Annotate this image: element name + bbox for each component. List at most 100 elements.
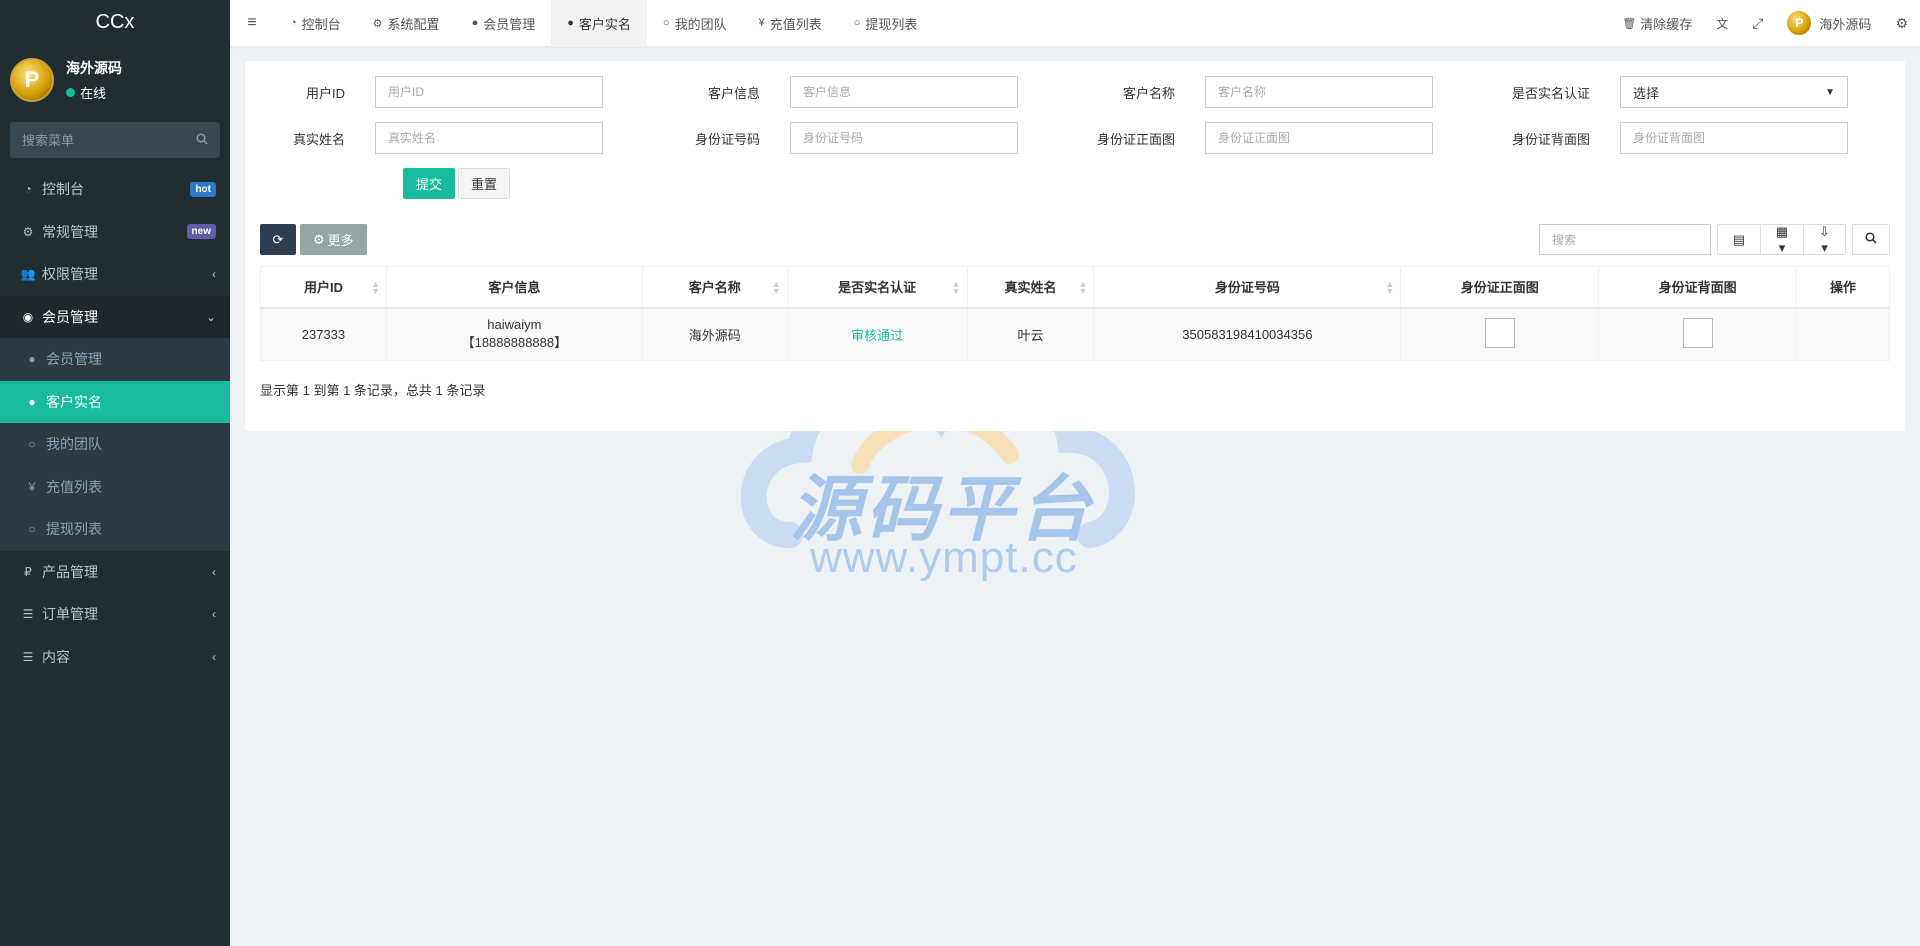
- sidebar-item-content[interactable]: ☰ 内容 ‹: [0, 636, 230, 679]
- column-header-customer-name[interactable]: 客户名称 ▲ ▼: [641, 266, 788, 309]
- tab-my-team[interactable]: ○ 我的团队: [647, 0, 743, 47]
- tab-label: 会员管理: [483, 16, 536, 32]
- tab-withdraw-list[interactable]: ○ 提现列表: [838, 0, 934, 47]
- sidebar-subitem-member-manage[interactable]: ● 会员管理: [0, 338, 230, 381]
- cell-user-id: 237333: [260, 307, 387, 361]
- cell-real-name: 叶云: [966, 307, 1095, 361]
- refresh-button[interactable]: ⟳: [260, 224, 296, 255]
- advanced-search-button[interactable]: [1852, 224, 1890, 255]
- language-icon[interactable]: 文: [1704, 15, 1740, 32]
- sidebar-item-general[interactable]: ⚙ 常规管理 new: [0, 211, 230, 254]
- column-header-id-front: 身份证正面图: [1400, 266, 1600, 309]
- gear-icon: ⚙: [372, 17, 383, 30]
- column-header-label: 客户名称: [688, 280, 741, 296]
- column-header-label: 是否实名认证: [838, 280, 917, 296]
- cell-customer-name: 海外源码: [641, 307, 788, 361]
- reset-button[interactable]: 重置: [458, 168, 511, 199]
- search-icon[interactable]: [196, 132, 208, 148]
- verified-status-link[interactable]: 审核通过: [851, 328, 903, 343]
- tab-system-config[interactable]: ⚙ 系统配置: [357, 0, 456, 47]
- table-row[interactable]: 237333 haiwaiym 【18888888888】 海外源码 审核通过 …: [260, 307, 1890, 361]
- export-button[interactable]: ⇩ ▾: [1803, 224, 1846, 255]
- column-header-label: 用户ID: [303, 280, 343, 296]
- columns-button[interactable]: ▦ ▾: [1760, 224, 1803, 255]
- export-icon: ⇩ ▾: [1819, 223, 1830, 255]
- fullscreen-icon[interactable]: ⤢: [1740, 15, 1775, 32]
- sidebar: CCx P 海外源码 在线 ◔ 控制台 hot ⚙ 常规管理 new 👥 权限管…: [0, 0, 230, 946]
- user-menu-name: 海外源码: [1819, 16, 1872, 32]
- tab-customer-realname[interactable]: ● 客户实名: [551, 0, 647, 47]
- tab-member-manage[interactable]: ● 会员管理: [456, 0, 552, 47]
- users-icon: 👥: [20, 267, 36, 282]
- table-header-row: 用户ID ▲ ▼ 客户信息 客户名称 ▲ ▼ 是否实名认证 ▲ ▼ 真实姓名 ▲ ▼ 身份证号码…: [260, 266, 1890, 309]
- sidebar-item-label: 订单管理: [42, 606, 98, 623]
- refresh-icon: ⟳: [272, 231, 284, 247]
- id-back-input[interactable]: [1620, 122, 1848, 154]
- user-name: 海外源码: [66, 60, 122, 76]
- tab-label: 我的团队: [674, 16, 727, 32]
- cell-customer-username: haiwaiym: [487, 317, 542, 333]
- broken-image-icon[interactable]: [1682, 317, 1713, 348]
- circle-icon: ○: [662, 17, 670, 29]
- user-icon: ●: [28, 352, 36, 367]
- menu-toggle-icon[interactable]: ≡: [230, 14, 274, 32]
- column-header-user-id[interactable]: 用户ID ▲ ▼: [260, 266, 387, 309]
- tab-label: 控制台: [301, 16, 341, 32]
- sidebar-subitem-recharge-list[interactable]: ¥ 充值列表: [0, 466, 230, 509]
- filter-label: 身份证背面图: [1511, 131, 1590, 147]
- column-header-id-number[interactable]: 身份证号码 ▲ ▼: [1093, 266, 1402, 309]
- id-front-input[interactable]: [1205, 122, 1433, 154]
- tab-recharge-list[interactable]: ¥ 充值列表: [743, 0, 838, 47]
- column-header-real-name[interactable]: 真实姓名 ▲ ▼: [966, 266, 1095, 309]
- sidebar-item-label: 控制台: [42, 181, 84, 198]
- sidebar-item-permissions[interactable]: 👥 权限管理 ‹: [0, 253, 230, 296]
- id-number-input[interactable]: [790, 122, 1018, 154]
- brand-logo[interactable]: CCx: [0, 0, 230, 44]
- sidebar-item-dashboard[interactable]: ◔ 控制台 hot: [0, 168, 230, 211]
- filter-label: 是否实名认证: [1511, 85, 1590, 101]
- filter-row-2: 真实姓名 身份证号码 身份证正面图 身份证背面图: [245, 122, 1905, 154]
- more-button[interactable]: ⚙ 更多: [300, 224, 367, 255]
- sort-icon: ▲ ▼: [1385, 279, 1395, 296]
- list-icon: ☰: [22, 607, 34, 622]
- user-id-input[interactable]: [375, 76, 603, 108]
- new-badge: new: [186, 224, 216, 240]
- column-header-label: 客户信息: [488, 280, 541, 296]
- customer-info-input[interactable]: [790, 76, 1018, 108]
- user-menu[interactable]: P 海外源码: [1775, 11, 1883, 35]
- submit-button[interactable]: 提交: [403, 168, 456, 199]
- sidebar-item-products[interactable]: ₽ 产品管理 ‹: [0, 551, 230, 594]
- sidebar-item-orders[interactable]: ☰ 订单管理 ‹: [0, 593, 230, 636]
- table-search-input[interactable]: [1539, 224, 1711, 255]
- toggle-view-button[interactable]: ▤: [1717, 224, 1760, 255]
- filter-id-number: 身份证号码: [660, 122, 1018, 154]
- verified-select[interactable]: 选择 ▼: [1620, 76, 1848, 108]
- sidebar-search-input[interactable]: [22, 132, 182, 148]
- verified-select-value: 选择: [1633, 85, 1660, 101]
- clear-cache-button[interactable]: 🗑 清除缓存: [1610, 14, 1704, 33]
- filter-label: 客户信息: [707, 85, 760, 101]
- column-header-label: 身份证号码: [1214, 280, 1280, 296]
- sidebar-item-members[interactable]: ◉ 会员管理 ⌄: [0, 295, 230, 338]
- avatar: P: [10, 58, 54, 102]
- dashboard-icon: ◔: [290, 17, 297, 29]
- sidebar-subitem-my-team[interactable]: ○ 我的团队: [0, 423, 230, 466]
- customer-name-input[interactable]: [1205, 76, 1433, 108]
- broken-image-icon[interactable]: [1484, 317, 1515, 348]
- tab-label: 客户实名: [578, 16, 631, 32]
- chevron-left-icon: ‹: [212, 267, 216, 282]
- sidebar-item-label: 会员管理: [46, 351, 102, 368]
- sidebar-item-label: 会员管理: [42, 308, 98, 325]
- cell-verified: 审核通过: [786, 307, 968, 361]
- trash-icon: 🗑: [1622, 17, 1637, 30]
- column-header-verified[interactable]: 是否实名认证 ▲ ▼: [786, 266, 968, 309]
- table-icon: ▤: [1732, 231, 1746, 247]
- sidebar-subitem-withdraw-list[interactable]: ○ 提现列表: [0, 508, 230, 551]
- watermark-text: 源码平台: [790, 470, 1095, 550]
- sidebar-subitem-customer-realname[interactable]: ● 客户实名: [0, 380, 230, 423]
- settings-icon[interactable]: ⚙: [1883, 15, 1920, 32]
- tab-dashboard[interactable]: ◔ 控制台: [274, 0, 357, 47]
- real-name-input[interactable]: [375, 122, 603, 154]
- sidebar-item-label: 我的团队: [46, 436, 102, 453]
- table-view-buttons: ▤ ▦ ▾ ⇩ ▾: [1717, 224, 1846, 255]
